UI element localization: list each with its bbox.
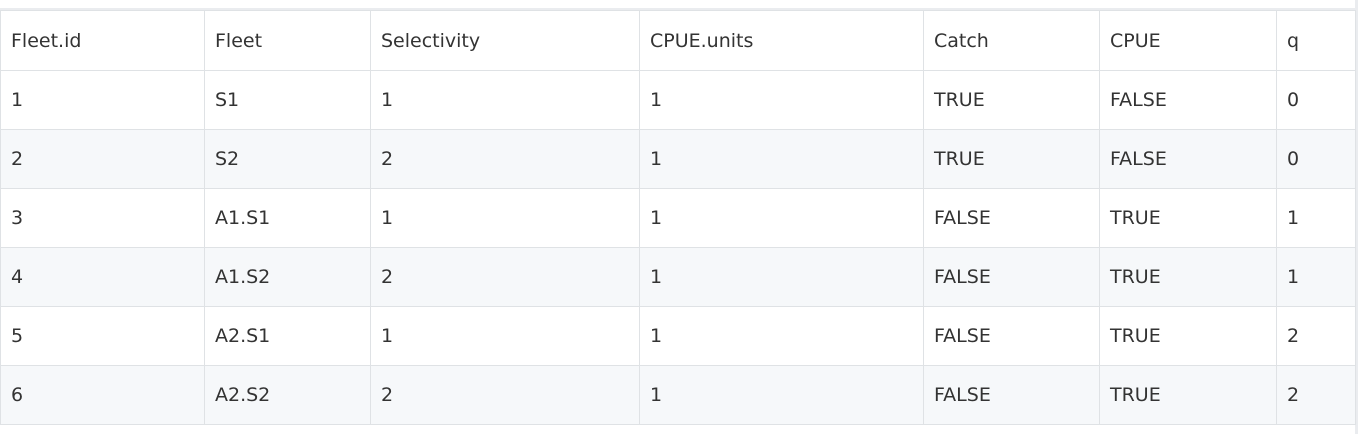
cell-cpue-units: 1 <box>639 70 924 130</box>
cell-fleet-id: 4 <box>0 247 205 307</box>
column-header-fleet: Fleet <box>204 10 371 71</box>
cell-selectivity: 1 <box>370 306 640 366</box>
column-header-q: q <box>1276 10 1356 71</box>
cell-selectivity: 1 <box>370 70 640 130</box>
cell-cpue-units: 1 <box>639 188 924 248</box>
table-body: 1 S1 1 1 TRUE FALSE 0 2 S2 2 1 TRUE FALS… <box>0 70 1356 425</box>
cell-fleet-id: 6 <box>0 365 205 425</box>
cell-cpue-units: 1 <box>639 129 924 189</box>
data-table-container: Fleet.id Fleet Selectivity CPUE.units Ca… <box>0 10 1356 425</box>
cell-cpue-units: 1 <box>639 306 924 366</box>
cell-q: 0 <box>1276 70 1356 130</box>
cell-fleet: A2.S2 <box>204 365 371 425</box>
cell-cpue-units: 1 <box>639 247 924 307</box>
column-header-fleet-id: Fleet.id <box>0 10 205 71</box>
table-header: Fleet.id Fleet Selectivity CPUE.units Ca… <box>0 10 1356 71</box>
cell-cpue: FALSE <box>1099 70 1277 130</box>
cell-catch: FALSE <box>923 188 1100 248</box>
cell-cpue: TRUE <box>1099 188 1277 248</box>
cell-catch: FALSE <box>923 306 1100 366</box>
cell-catch: FALSE <box>923 365 1100 425</box>
header-row: Fleet.id Fleet Selectivity CPUE.units Ca… <box>0 10 1356 71</box>
cell-selectivity: 2 <box>370 129 640 189</box>
table-row: 6 A2.S2 2 1 FALSE TRUE 2 <box>0 365 1356 425</box>
cell-q: 0 <box>1276 129 1356 189</box>
cell-fleet: A2.S1 <box>204 306 371 366</box>
cell-selectivity: 1 <box>370 188 640 248</box>
cell-q: 1 <box>1276 188 1356 248</box>
cell-q: 2 <box>1276 365 1356 425</box>
table-row: 5 A2.S1 1 1 FALSE TRUE 2 <box>0 306 1356 366</box>
cell-cpue: TRUE <box>1099 365 1277 425</box>
column-header-cpue: CPUE <box>1099 10 1277 71</box>
fleet-table: Fleet.id Fleet Selectivity CPUE.units Ca… <box>0 10 1356 425</box>
cell-q: 2 <box>1276 306 1356 366</box>
cell-fleet: A1.S2 <box>204 247 371 307</box>
table-row: 2 S2 2 1 TRUE FALSE 0 <box>0 129 1356 189</box>
cell-catch: TRUE <box>923 129 1100 189</box>
cell-fleet-id: 1 <box>0 70 205 130</box>
cell-catch: FALSE <box>923 247 1100 307</box>
column-header-catch: Catch <box>923 10 1100 71</box>
table-row: 4 A1.S2 2 1 FALSE TRUE 1 <box>0 247 1356 307</box>
column-header-selectivity: Selectivity <box>370 10 640 71</box>
cell-fleet: S2 <box>204 129 371 189</box>
cell-fleet-id: 3 <box>0 188 205 248</box>
cell-cpue: TRUE <box>1099 247 1277 307</box>
column-header-cpue-units: CPUE.units <box>639 10 924 71</box>
cell-q: 1 <box>1276 247 1356 307</box>
cell-selectivity: 2 <box>370 247 640 307</box>
cell-cpue: TRUE <box>1099 306 1277 366</box>
cell-cpue-units: 1 <box>639 365 924 425</box>
cell-fleet: A1.S1 <box>204 188 371 248</box>
cell-fleet: S1 <box>204 70 371 130</box>
cell-cpue: FALSE <box>1099 129 1277 189</box>
table-row: 3 A1.S1 1 1 FALSE TRUE 1 <box>0 188 1356 248</box>
cell-catch: TRUE <box>923 70 1100 130</box>
table-row: 1 S1 1 1 TRUE FALSE 0 <box>0 70 1356 130</box>
cell-fleet-id: 5 <box>0 306 205 366</box>
cell-fleet-id: 2 <box>0 129 205 189</box>
cell-selectivity: 2 <box>370 365 640 425</box>
